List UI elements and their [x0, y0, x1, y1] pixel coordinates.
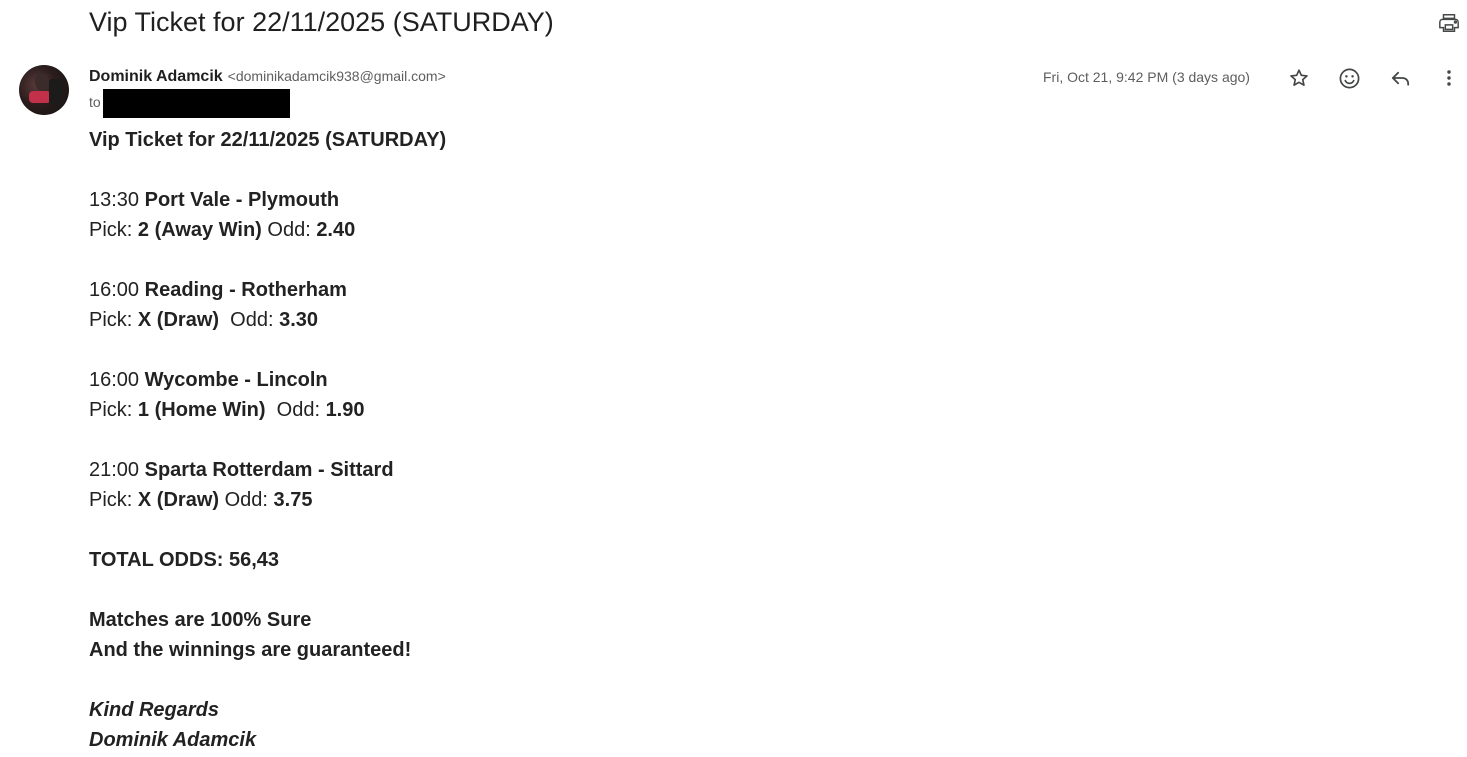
match-teams: Port Vale - Plymouth — [144, 189, 340, 211]
sender-avatar[interactable] — [19, 65, 69, 115]
to-label: to — [89, 94, 101, 110]
email-view: Vip Ticket for 22/11/2025 (SATURDAY) Dom… — [0, 0, 1467, 757]
pick-value: X (Draw) — [137, 489, 220, 511]
pick-value: X (Draw) — [137, 309, 220, 331]
emoji-icon — [1339, 68, 1359, 88]
pick-line: Pick: X (Draw) Odd: 3.75 — [89, 485, 446, 515]
sign-off: Kind Regards — [89, 699, 220, 721]
pick-line: Pick: X (Draw) Odd: 3.30 — [89, 305, 446, 335]
emoji-reaction-button[interactable] — [1334, 63, 1364, 93]
match-line: 13:30 Port Vale - Plymouth — [89, 185, 446, 215]
signature: Dominik Adamcik — [89, 729, 257, 751]
email-subject: Vip Ticket for 22/11/2025 (SATURDAY) — [89, 7, 554, 37]
match-teams: Sparta Rotterdam - Sittard — [144, 459, 394, 481]
print-icon — [1439, 14, 1459, 32]
odd-label: Odd: — [267, 219, 311, 241]
odd-label: Odd: — [224, 489, 268, 511]
claim-line: Matches are 100% Sure — [89, 609, 312, 631]
match-line: 16:00 Reading - Rotherham — [89, 275, 446, 305]
match-time: 13:30 — [89, 189, 140, 211]
pick-label: Pick: — [89, 489, 133, 511]
match-teams: Wycombe - Lincoln — [144, 369, 328, 391]
star-button[interactable] — [1284, 63, 1314, 93]
total-odds: TOTAL ODDS: 56,43 — [89, 549, 280, 571]
sender-line: Dominik Adamcik <dominikadamcik938@gmail.… — [89, 66, 446, 87]
match-line: 16:00 Wycombe - Lincoln — [89, 365, 446, 395]
pick-label: Pick: — [89, 399, 133, 421]
reply-icon — [1391, 71, 1409, 86]
odd-value: 3.30 — [279, 309, 319, 331]
odd-label: Odd: — [276, 399, 320, 421]
sender-name[interactable]: Dominik Adamcik — [89, 68, 223, 85]
star-icon — [1290, 69, 1308, 86]
match-time: 16:00 — [89, 279, 140, 301]
email-date: Fri, Oct 21, 9:42 PM (3 days ago) — [1043, 69, 1250, 85]
match-time: 21:00 — [89, 459, 140, 481]
email-body: Vip Ticket for 22/11/2025 (SATURDAY) 13:… — [89, 125, 446, 755]
match-line: 21:00 Sparta Rotterdam - Sittard — [89, 455, 446, 485]
odd-label: Odd: — [230, 309, 274, 331]
pick-label: Pick: — [89, 309, 133, 331]
odd-value: 1.90 — [325, 399, 365, 421]
pick-line: Pick: 2 (Away Win) Odd: 2.40 — [89, 215, 446, 245]
odd-value: 2.40 — [316, 219, 356, 241]
match-time: 16:00 — [89, 369, 140, 391]
pick-value: 1 (Home Win) — [137, 399, 266, 421]
pick-line: Pick: 1 (Home Win) Odd: 1.90 — [89, 395, 446, 425]
claim-line: And the winnings are guaranteed! — [89, 639, 412, 661]
reply-button[interactable] — [1385, 63, 1415, 93]
redacted-recipient — [103, 89, 290, 118]
sender-email: <dominikadamcik938@gmail.com> — [227, 68, 446, 84]
body-title: Vip Ticket for 22/11/2025 (SATURDAY) — [89, 129, 447, 151]
more-options-button[interactable] — [1434, 63, 1464, 93]
recipient-line[interactable]: to — [89, 92, 101, 112]
more-vert-icon — [1447, 70, 1451, 86]
odd-value: 3.75 — [273, 489, 313, 511]
match-teams: Reading - Rotherham — [144, 279, 347, 301]
pick-value: 2 (Away Win) — [137, 219, 262, 241]
pick-label: Pick: — [89, 219, 133, 241]
print-button[interactable] — [1434, 8, 1464, 38]
